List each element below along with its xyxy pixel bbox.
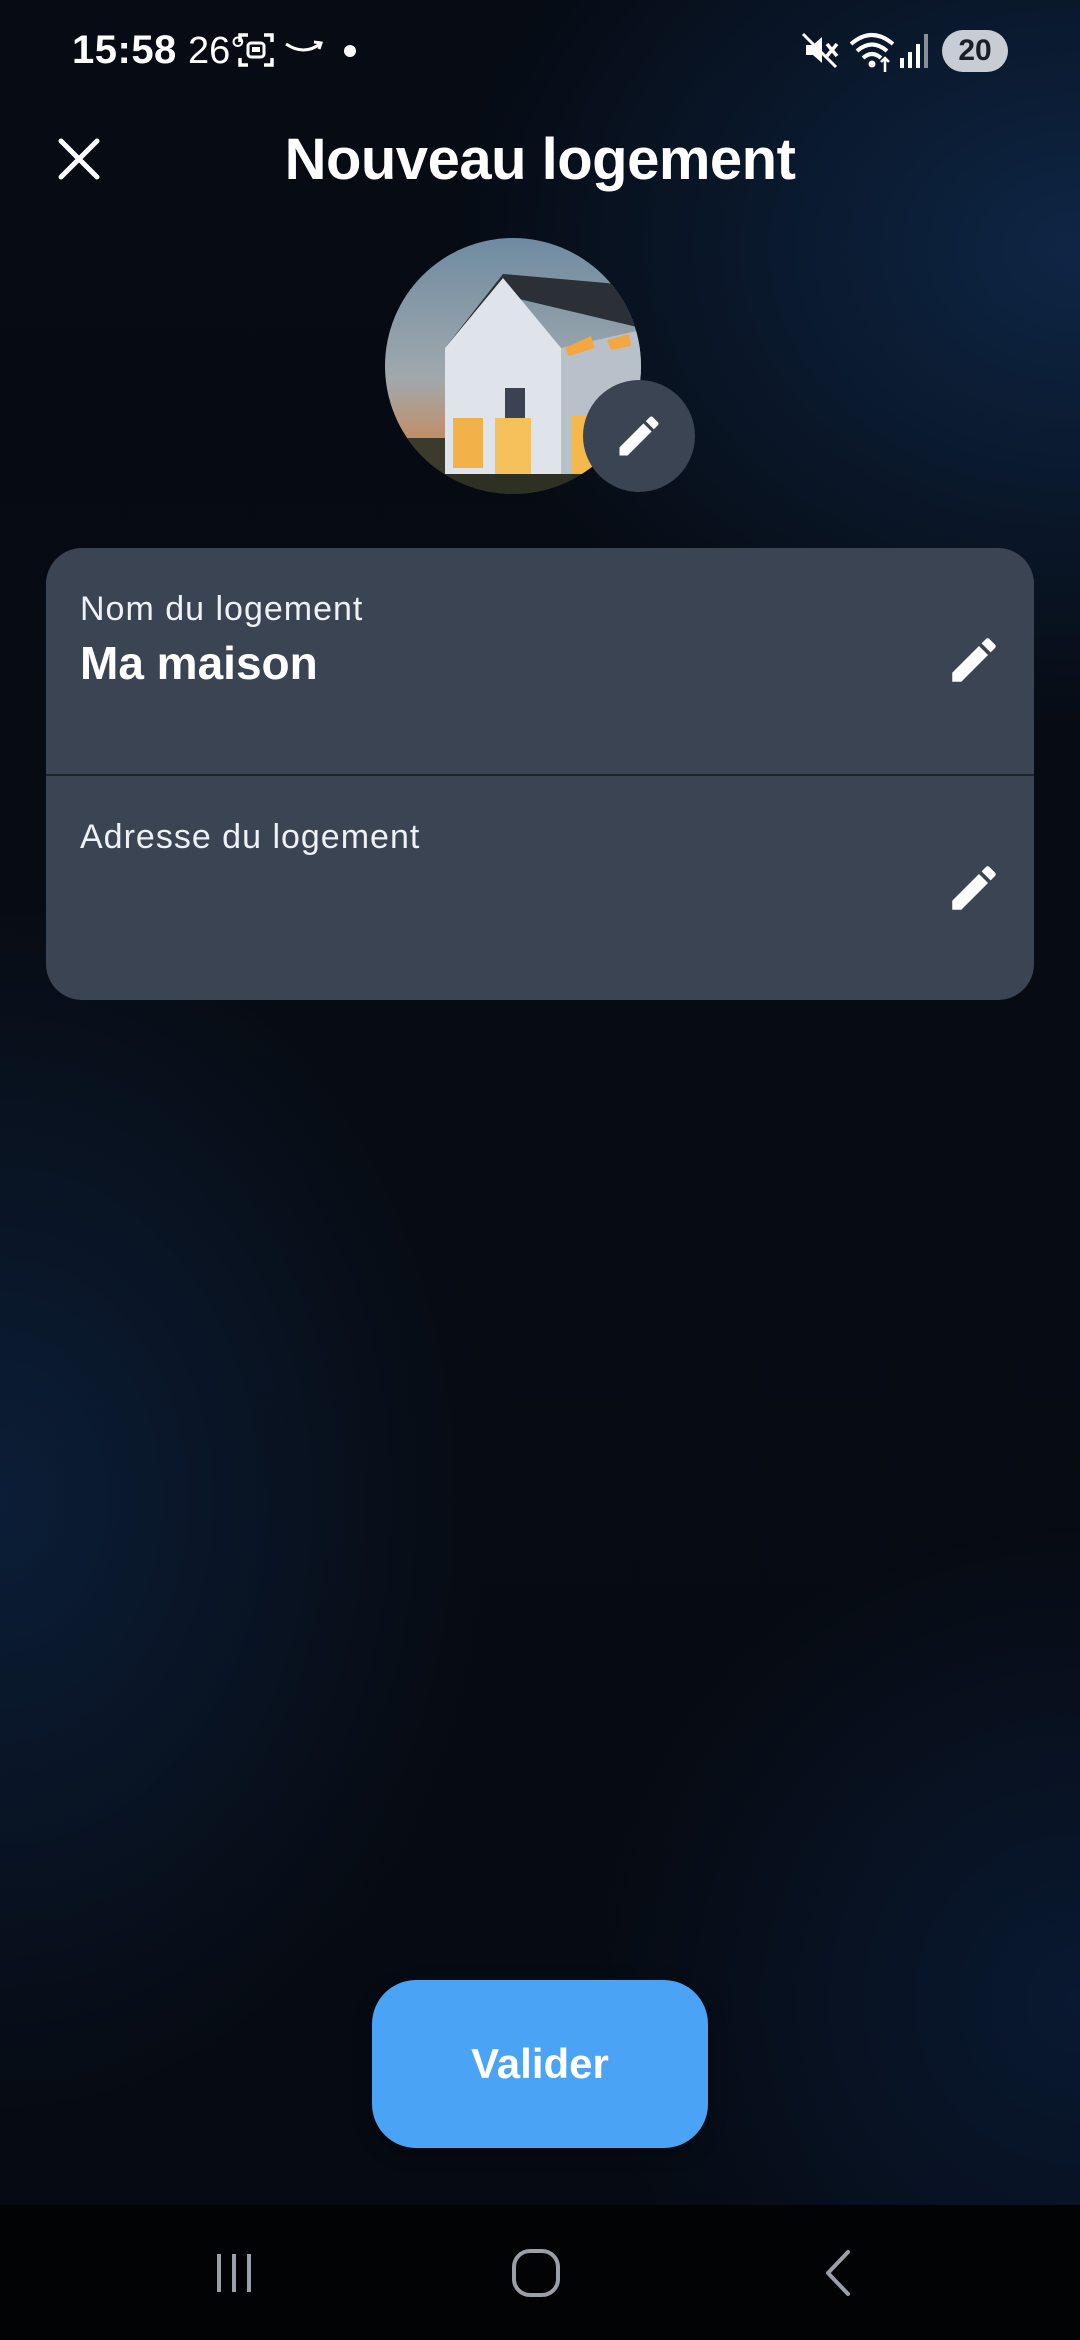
edit-avatar-button[interactable] [583, 380, 695, 492]
pencil-icon [952, 638, 996, 682]
edit-address-button[interactable] [944, 858, 1004, 918]
home-button[interactable] [436, 2205, 636, 2340]
edit-name-button[interactable] [944, 630, 1004, 690]
dot-icon [344, 45, 356, 57]
home-icon [512, 2248, 560, 2297]
screenshot-icon [238, 33, 274, 67]
page-title: Nouveau logement [284, 127, 796, 192]
address-field[interactable]: Adresse du logement [46, 776, 1034, 1000]
recents-icon [217, 2253, 251, 2292]
back-icon [826, 2249, 850, 2296]
pencil-icon [619, 416, 659, 456]
system-nav-bar [0, 2205, 1080, 2340]
status-time: 15:58 [72, 28, 177, 72]
signal-icon [900, 34, 928, 68]
validate-button[interactable]: Valider [372, 1980, 708, 2148]
status-bar: 15:58 26° 20 [0, 0, 1080, 104]
mute-icon [801, 32, 839, 69]
back-button[interactable] [738, 2205, 938, 2340]
wifi-icon [849, 33, 895, 72]
name-field-label: Nom du logement [80, 590, 364, 628]
name-field-value: Ma maison [80, 637, 318, 689]
amazon-icon [285, 40, 323, 52]
address-field-label: Adresse du logement [80, 818, 421, 856]
pencil-icon [952, 866, 996, 910]
property-form-card: Nom du logement Ma maison Adresse du log… [46, 548, 1034, 1000]
name-field[interactable]: Nom du logement Ma maison [46, 548, 1034, 774]
battery-indicator: 20 [942, 30, 1008, 72]
recents-button[interactable] [134, 2205, 334, 2340]
